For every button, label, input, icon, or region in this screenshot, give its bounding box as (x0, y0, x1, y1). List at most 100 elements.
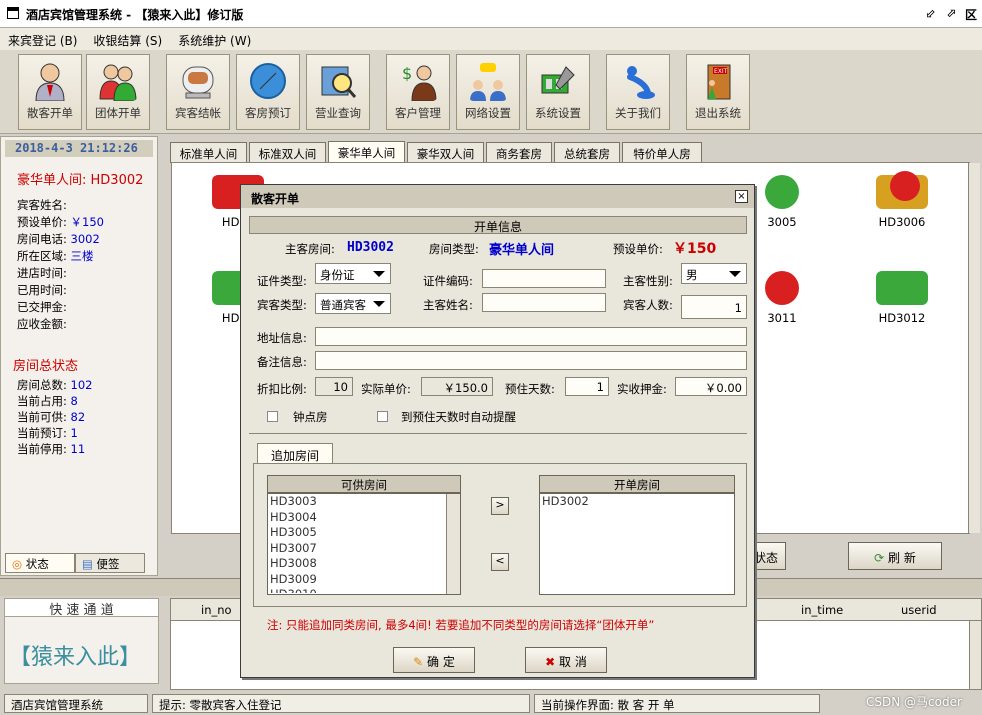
id-no-input[interactable] (482, 269, 606, 288)
compass-icon (250, 63, 286, 99)
host-name-input[interactable] (482, 293, 606, 312)
status-screen: 当前操作界面: 散 客 开 单 (534, 694, 820, 713)
col-userid[interactable]: userid (901, 603, 937, 617)
settings-icon (541, 66, 575, 94)
title-bar: 酒店宾馆管理系统 - 【猿来入此】修订版 ⬃ ⬀ 区 (0, 0, 982, 28)
move-left-button[interactable]: < (491, 553, 509, 571)
remark-input[interactable] (315, 351, 747, 370)
room-heading: 豪华单人间: HD3002 (17, 173, 144, 188)
maximize-button[interactable]: ⬀ (946, 6, 956, 20)
tab-deluxe-single[interactable]: 豪华单人间 (328, 141, 405, 163)
tab-notes[interactable]: ▤ 便签 (75, 553, 145, 573)
status-icon: ◎ (12, 557, 23, 571)
address-input[interactable] (315, 327, 747, 346)
menu-system[interactable]: 系统维护 (W) (170, 28, 259, 49)
search-icon (321, 66, 357, 98)
tab-status[interactable]: ◎ 状态 (5, 553, 75, 573)
hourly-checkbox[interactable] (267, 411, 278, 422)
preset-price-label: 预设单价: (613, 242, 663, 256)
tab-presidential-suite[interactable]: 总统套房 (554, 142, 620, 163)
cancel-button[interactable]: ✖ 取 消 (525, 647, 607, 673)
grid-scrollbar[interactable] (969, 621, 981, 689)
avail-room-list[interactable]: HD3003 HD3004 HD3005 HD3007 HD3008 HD300… (267, 493, 461, 595)
id-no-label: 证件编码: (423, 274, 473, 288)
room-tile[interactable]: HD3006 (872, 171, 932, 229)
room-tile[interactable]: HD3012 (872, 271, 932, 325)
tab-add-room[interactable]: 追加房间 (257, 443, 333, 464)
business-query-button[interactable]: 营业查询 (306, 54, 370, 130)
brand-text: 【猿来入此】 (9, 645, 142, 670)
occupied-row: 当前占用: 8 (17, 394, 78, 408)
ok-button[interactable]: ✎ 确 定 (393, 647, 475, 673)
svg-text:EXIT: EXIT (714, 68, 728, 75)
refresh-button[interactable]: ⟳ 刷 新 (848, 542, 942, 570)
list-item[interactable]: HD3010 (268, 587, 460, 593)
stopped-row: 当前停用: 11 (17, 442, 86, 456)
scrollbar[interactable] (968, 163, 980, 533)
discount-input[interactable]: 10 (315, 377, 353, 396)
about-button[interactable]: 关于我们 (606, 54, 670, 130)
guest-type-select[interactable]: 普通宾客 (315, 293, 391, 314)
close-icon[interactable]: × (735, 190, 748, 203)
customer-management-button[interactable]: $ 客户管理 (386, 54, 450, 130)
menu-cashier[interactable]: 收银结算 (S) (85, 28, 170, 49)
restore-button[interactable]: ⬃ (926, 6, 936, 20)
list-item[interactable]: HD3005 (268, 525, 460, 541)
gender-select[interactable]: 男 (681, 263, 747, 284)
splitter[interactable] (158, 136, 170, 576)
stopped-icon (765, 271, 799, 305)
quick-title: 快 速 通 道 (5, 599, 158, 618)
list-item[interactable]: HD3009 (268, 572, 460, 588)
system-settings-button[interactable]: 系统设置 (526, 54, 590, 130)
checkout-button[interactable]: 宾客结帐 (166, 54, 230, 130)
room-tile[interactable]: 3005 (752, 175, 812, 229)
group-icon (99, 64, 137, 101)
col-in-no[interactable]: in_no (201, 603, 232, 617)
id-type-select[interactable]: 身份证 (315, 263, 391, 284)
booked-row: 当前预订: 1 (17, 426, 78, 440)
exit-button[interactable]: EXIT 退出系统 (686, 54, 750, 130)
booking-button[interactable]: 客房预订 (236, 54, 300, 130)
deposit-label: 实收押金: (617, 382, 667, 396)
robot-icon (182, 66, 214, 99)
room-tile[interactable]: 3011 (752, 271, 812, 325)
move-right-button[interactable]: > (491, 497, 509, 515)
col-in-time[interactable]: in_time (801, 603, 843, 617)
open-room-list[interactable]: HD3002 (539, 493, 735, 595)
menu-checkin[interactable]: 来宾登记 (B) (0, 28, 85, 49)
list-item[interactable]: HD3002 (540, 494, 734, 510)
gender-label: 主客性别: (623, 274, 673, 288)
days-input[interactable]: 1 (565, 377, 609, 396)
customer-icon: $ (402, 64, 437, 101)
list-item[interactable]: HD3004 (268, 510, 460, 526)
status-heading: 房间总状态 (13, 359, 79, 374)
refresh-icon: ⟳ (874, 551, 885, 565)
tab-business-suite[interactable]: 商务套房 (486, 142, 552, 163)
tab-standard-single[interactable]: 标准单人间 (170, 142, 247, 163)
walkin-checkin-button[interactable]: 散客开单 (18, 54, 82, 130)
tab-deluxe-double[interactable]: 豪华双人间 (407, 142, 484, 163)
close-button[interactable]: 区 (965, 6, 977, 23)
tab-standard-double[interactable]: 标准双人间 (249, 142, 326, 163)
remind-checkbox[interactable] (377, 411, 388, 422)
host-room-label: 主客房间: (285, 242, 335, 256)
status-bar: 酒店宾馆管理系统 提示: 零散宾客入住登记 当前操作界面: 散 客 开 单 CS… (0, 692, 982, 715)
guest-count-input[interactable]: 1 (681, 295, 747, 319)
list-item[interactable]: HD3003 (268, 494, 460, 510)
actual-price-input[interactable]: ￥150.0 (421, 377, 493, 396)
tab-special-single[interactable]: 特价单人房 (622, 142, 702, 163)
list-item[interactable]: HD3007 (268, 541, 460, 557)
list-item[interactable]: HD3008 (268, 556, 460, 572)
clock: 2018-4-3 21:12:26 (5, 140, 153, 157)
stopped-icon (876, 171, 928, 209)
chevron-down-icon (373, 271, 385, 277)
deposit-input[interactable]: ￥0.00 (675, 377, 747, 396)
group-checkin-button[interactable]: 团体开单 (86, 54, 150, 130)
room-type-label: 房间类型: (429, 242, 479, 256)
network-settings-button[interactable]: 网络设置 (456, 54, 520, 130)
edit-icon: ✎ (413, 655, 424, 669)
list-scrollbar[interactable] (446, 494, 460, 594)
exit-icon: EXIT (707, 64, 731, 100)
window-title: 酒店宾馆管理系统 - 【猿来入此】修订版 (26, 8, 244, 22)
address-label: 地址信息: (257, 331, 307, 345)
